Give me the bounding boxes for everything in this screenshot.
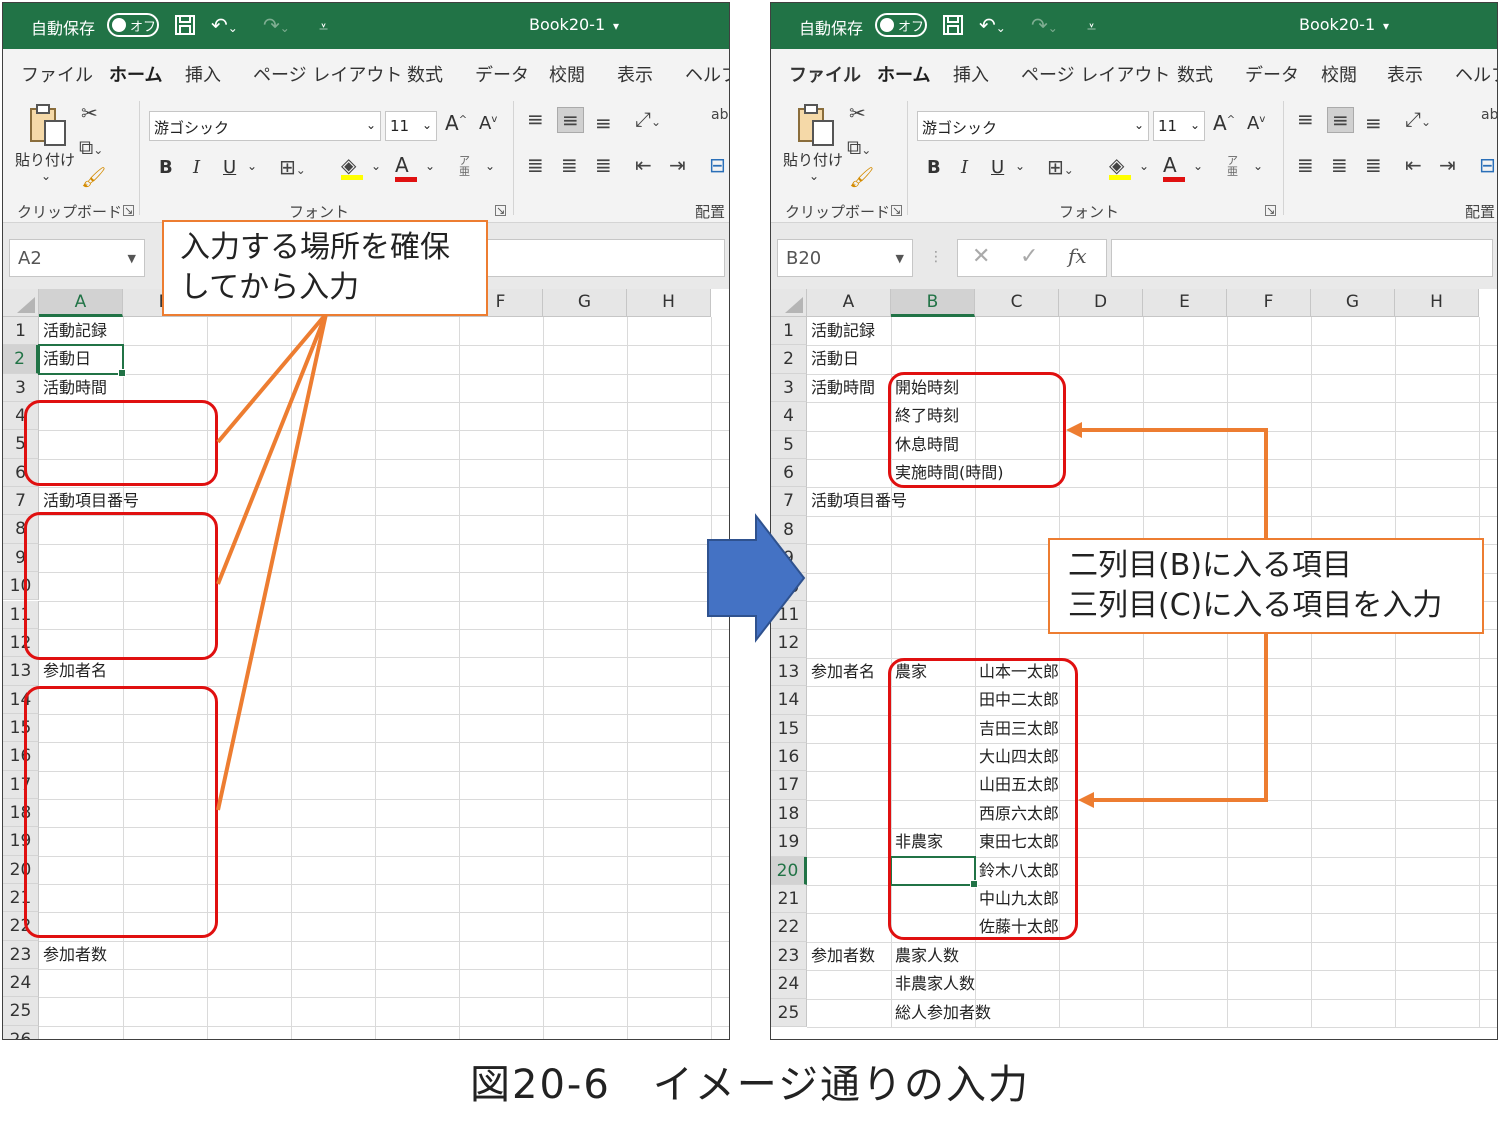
- callout-right-line2: 三列目(C)に入る項目を入力: [1068, 588, 1443, 623]
- callout-left: 入力する場所を確保 してから入力: [162, 220, 488, 316]
- callout-right-line1: 二列目(B)に入る項目: [1068, 548, 1352, 583]
- arrowhead: [1078, 792, 1094, 808]
- connector-line: [1092, 632, 1268, 802]
- connector-line: [216, 313, 328, 585]
- callout-right: 二列目(B)に入る項目 三列目(C)に入る項目を入力: [1048, 538, 1484, 634]
- figure-caption: 図20-6 イメージ通りの入力: [470, 1062, 1030, 1108]
- connector-line: [216, 312, 328, 444]
- arrowhead: [1066, 422, 1082, 438]
- connector-line: [1080, 428, 1268, 538]
- callout-left-line2: してから入力: [180, 270, 360, 305]
- connector-line: [216, 313, 328, 811]
- callout-left-line1: 入力する場所を確保: [180, 230, 450, 265]
- right-arrow-icon: [707, 513, 806, 643]
